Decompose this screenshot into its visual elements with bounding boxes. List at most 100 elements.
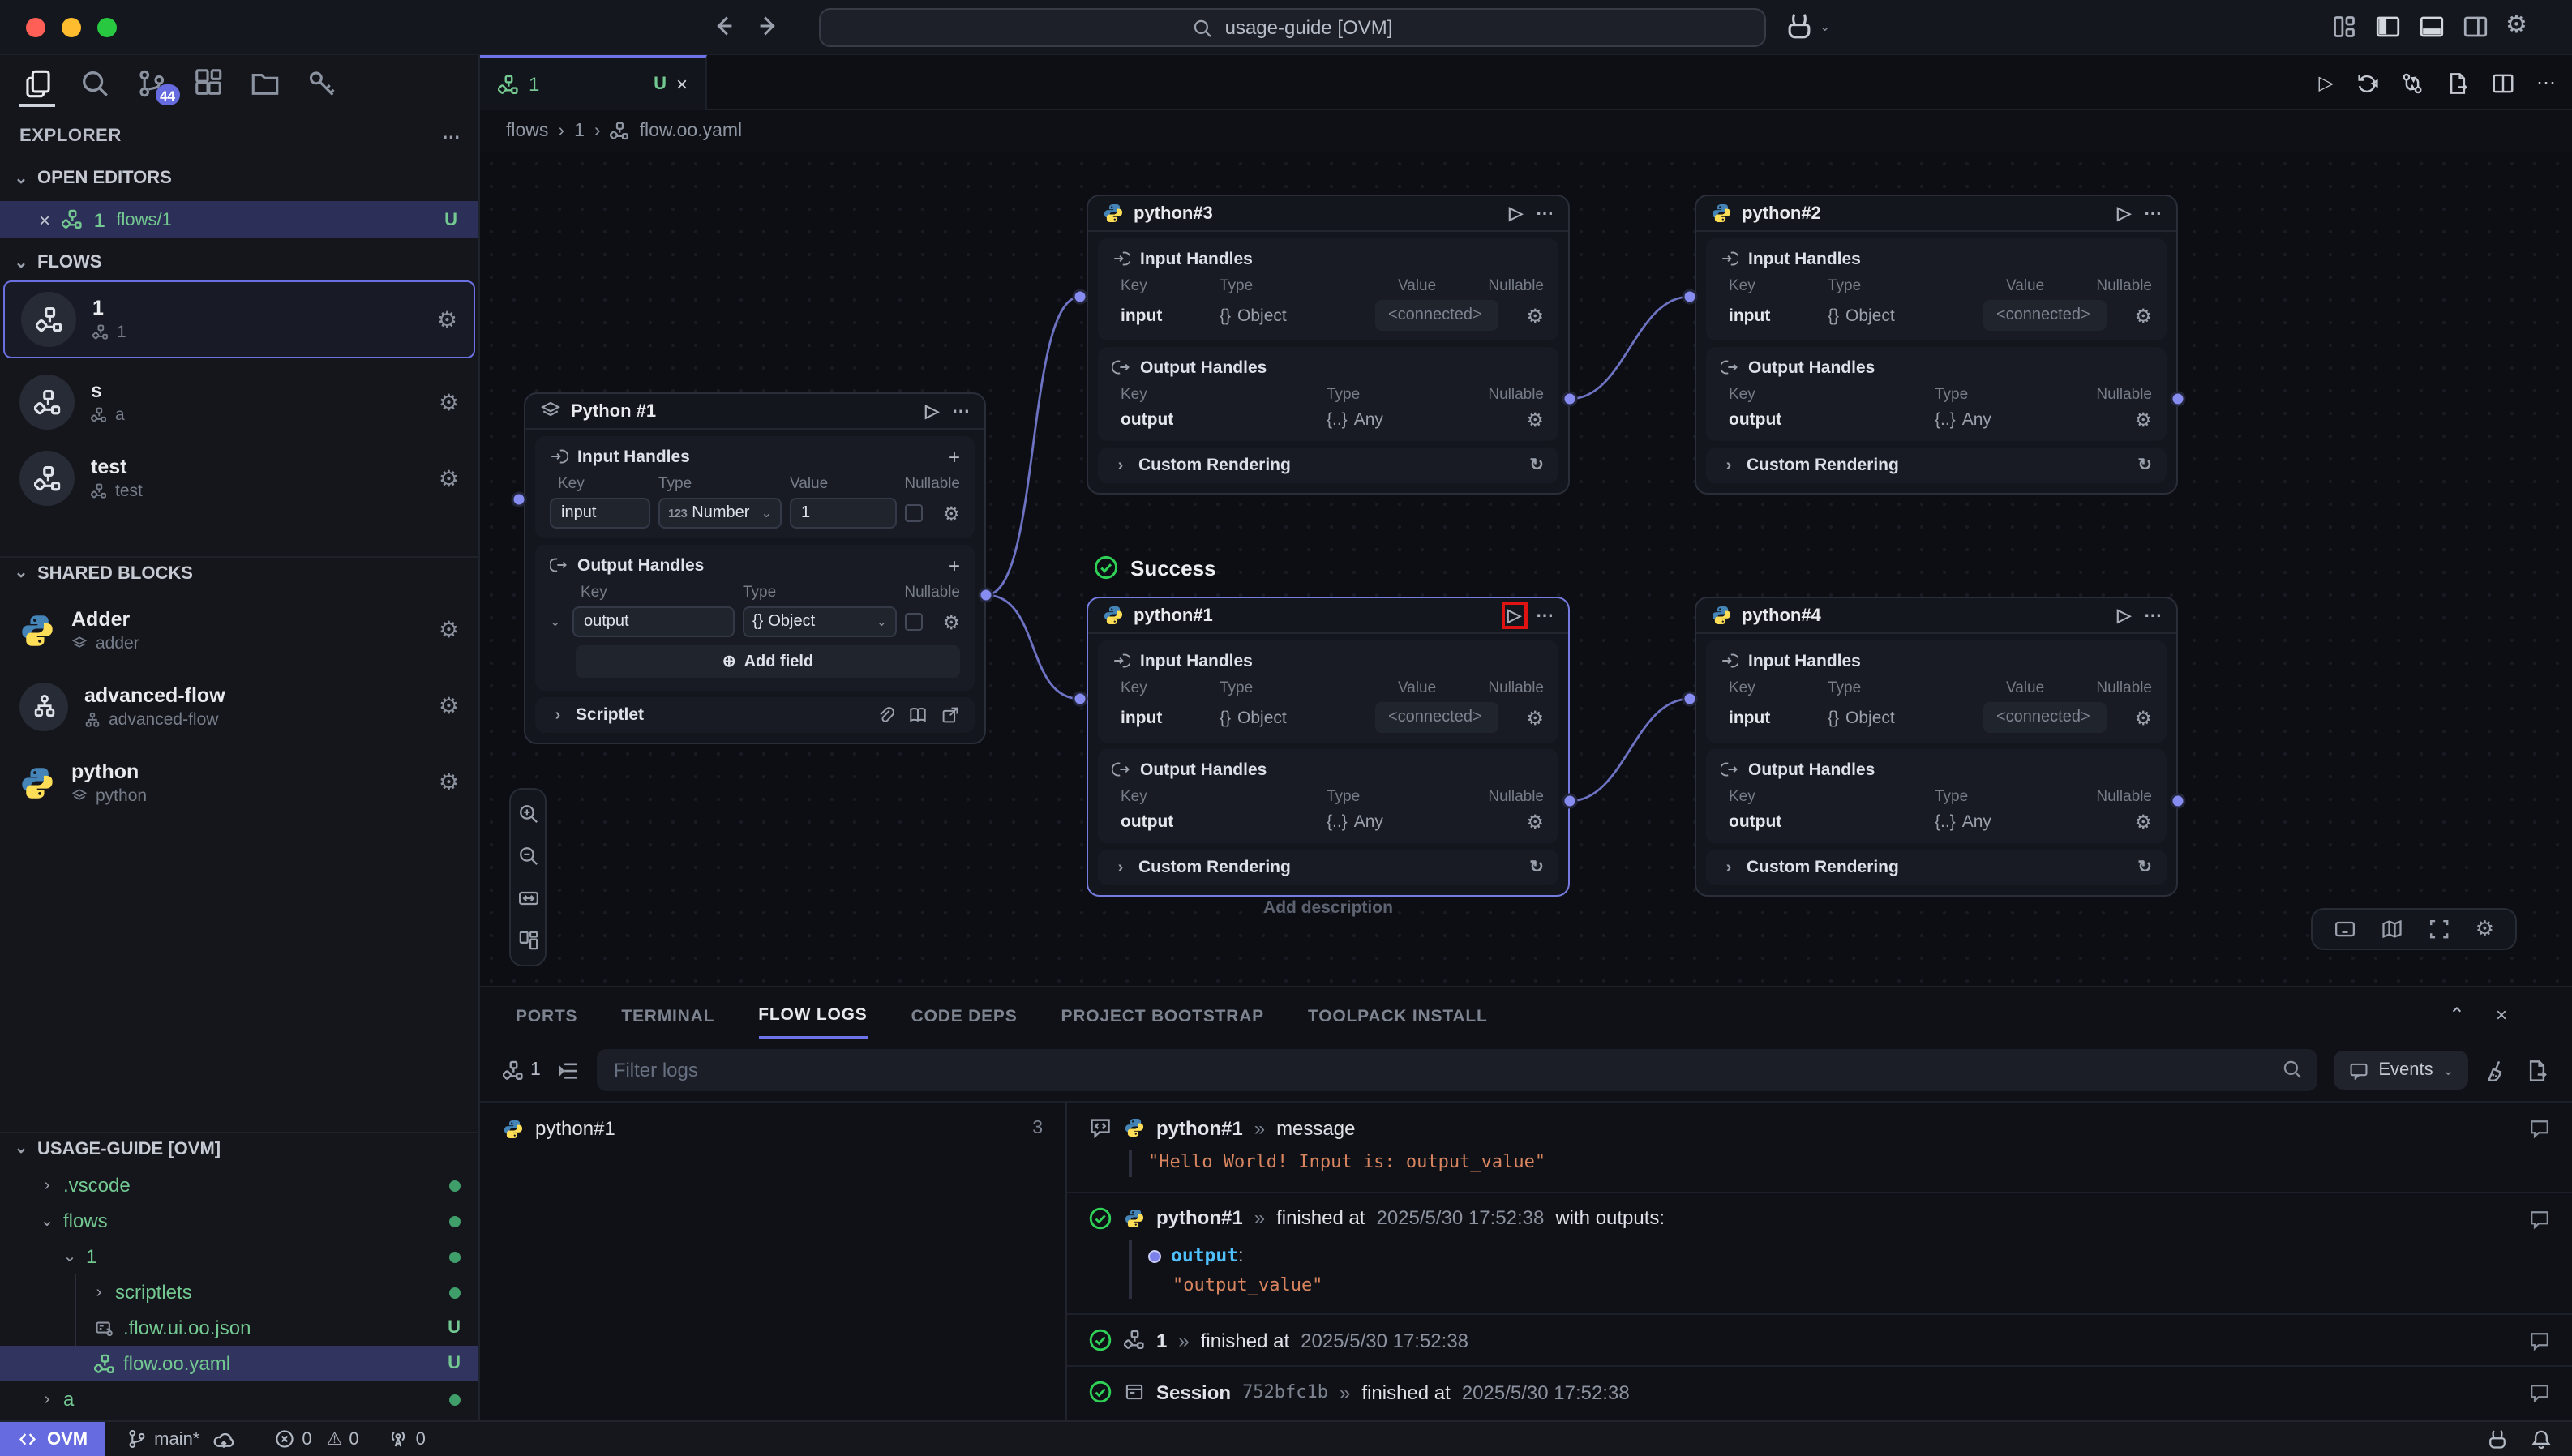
gear-icon[interactable]: ⚙ [2134,811,2152,833]
split-editor-icon[interactable] [2491,71,2515,95]
run-node-icon[interactable]: ▷ [925,400,939,422]
paperclip-icon[interactable] [876,705,895,725]
shared-blocks-header[interactable]: ⌄SHARED BLOCKS [0,556,480,589]
scriptlet-section[interactable]: ›Scriptlet [535,697,975,733]
auto-layout-icon[interactable] [517,929,539,952]
gear-icon[interactable]: ⚙ [439,388,459,416]
gear-icon[interactable]: ⚙ [942,502,960,525]
node-more-icon[interactable]: ⋯ [1536,605,1554,626]
close-panel-icon[interactable]: × [2496,1004,2507,1026]
fullscreen-icon[interactable] [2428,918,2451,940]
command-center[interactable]: usage-guide [OVM] [819,8,1766,47]
tree-item-1[interactable]: ⌄1 [0,1239,480,1274]
clear-logs-broom-icon[interactable] [2484,1058,2509,1082]
comment-icon[interactable] [2528,1330,2551,1353]
refresh-icon[interactable]: ↻ [2137,456,2152,475]
extensions-activity-icon[interactable] [190,58,225,107]
gear-icon[interactable]: ⚙ [439,465,459,492]
tree-item-a[interactable]: ›a [0,1381,480,1417]
close-tab-icon[interactable]: × [676,73,688,96]
run-node-highlighted[interactable]: ▷ [1501,602,1528,629]
add-description-button[interactable]: Add description [1087,898,1570,918]
remote-indicator[interactable]: OVM [0,1421,105,1456]
shared-block-item[interactable]: advanced-flowadvanced-flow ⚙ [3,670,475,743]
problems-status[interactable]: 0 ⚠ 0 [274,1428,358,1450]
open-editor-item[interactable]: × 1 flows/1 U [0,201,480,238]
output-type-select[interactable]: {}Object⌄ [743,606,897,637]
run-node-icon[interactable]: ▷ [2117,605,2131,626]
tab-toolpack-install[interactable]: TOOLPACK INSTALL [1308,992,1488,1038]
gear-icon[interactable]: ⚙ [2134,409,2152,431]
expand-row-icon[interactable]: ⌄ [550,615,564,629]
flow-list-item[interactable]: 11 ⚙ [3,280,475,358]
notifications-bell-icon[interactable] [2530,1428,2553,1450]
input-value-field[interactable] [790,498,897,529]
source-control-activity-icon[interactable]: 44 [133,58,169,107]
node-python4[interactable]: python#4 ▷⋯ Input Handles KeyTypeValueNu… [1695,597,2178,897]
gear-icon[interactable]: ⚙ [439,692,459,720]
tree-item-flows[interactable]: ⌄flows [0,1203,480,1239]
tree-item-vscode[interactable]: ›.vscode [0,1167,480,1203]
node-python3[interactable]: python#3 ▷⋯ Input Handles KeyTypeValueNu… [1087,195,1570,495]
add-output-icon[interactable]: + [949,554,960,576]
node-python1-selected[interactable]: python#1 ▷⋯ Input Handles KeyTypeValueNu… [1087,597,1570,897]
tree-item-scriptlets[interactable]: ›scriptlets [0,1274,480,1310]
toggle-sidebar-right-icon[interactable] [2462,13,2489,41]
run-node-icon[interactable]: ▷ [2117,203,2131,224]
more-actions-icon[interactable]: ⋯ [2536,71,2556,94]
gear-icon[interactable]: ⚙ [1526,706,1544,729]
tab-code-deps[interactable]: CODE DEPS [911,992,1018,1038]
gear-icon[interactable]: ⚙ [2134,706,2152,729]
gear-icon[interactable]: ⚙ [439,616,459,644]
open-external-icon[interactable] [941,705,960,725]
fit-view-icon[interactable] [517,887,539,910]
book-icon[interactable] [908,705,928,725]
flow-list-item[interactable]: testtest ⚙ [3,439,475,517]
maximize-window-button[interactable] [97,18,117,37]
flow-list-item[interactable]: sa ⚙ [3,363,475,441]
tree-item-flow-yaml-selected[interactable]: flow.oo.yamlU [0,1346,480,1381]
run-all-icon[interactable] [2355,71,2379,95]
events-dropdown[interactable]: Events ⌄ [2333,1051,2468,1090]
node-python-1-editable[interactable]: Python #1 ▷⋯ Input Handles+ KeyTypeValue… [524,392,986,744]
toggle-sidebar-left-icon[interactable] [2374,13,2402,41]
explorer-activity-icon[interactable] [19,58,55,107]
nullable-checkbox[interactable] [905,504,923,522]
toggle-panel-icon[interactable] [2418,13,2446,41]
breadcrumb[interactable]: flows› 1› flow.oo.yaml [480,110,2572,152]
gear-icon[interactable]: ⚙ [437,306,457,333]
run-flow-icon[interactable]: ▷ [2319,71,2334,94]
git-branch-status[interactable]: main* [126,1428,235,1450]
refresh-icon[interactable]: ↻ [2137,858,2152,877]
flows-section-header[interactable]: ⌄FLOWS [0,246,480,279]
node-more-icon[interactable]: ⋯ [1536,203,1554,224]
log-entry-flow-finished[interactable]: 1»finished at 2025/5/30 17:52:38 [1067,1316,2572,1368]
comment-icon[interactable] [2528,1117,2551,1140]
ports-status[interactable]: 0 [388,1428,426,1450]
custom-rendering-section[interactable]: ›Custom Rendering↻ [1098,850,1558,885]
app-logo-rabbit-icon[interactable] [1784,11,1815,42]
workspace-tree-header[interactable]: ⌄USAGE-GUIDE [OVM] [0,1132,480,1164]
console-icon[interactable] [2334,918,2357,940]
output-key-field[interactable] [572,606,735,637]
refresh-icon[interactable]: ↻ [1529,858,1544,877]
log-entry-node-finished[interactable]: python#1»finished at 2025/5/30 17:52:38w… [1067,1193,2572,1316]
tab-flow-logs[interactable]: FLOW LOGS [758,991,867,1039]
zoom-in-icon[interactable] [517,803,539,825]
export-file-icon[interactable] [2446,71,2470,95]
gear-icon[interactable]: ⚙ [1526,409,1544,431]
forward-icon[interactable] [756,13,782,39]
chevron-down-icon[interactable]: ⌄ [1820,19,1830,34]
compare-icon[interactable] [2400,71,2424,95]
maximize-panel-icon[interactable]: ⌃ [2449,1004,2465,1026]
flow-canvas[interactable]: Python #1 ▷⋯ Input Handles+ KeyTypeValue… [480,152,2572,986]
log-entry-message[interactable]: python#1»message "Hello World! Input is:… [1067,1103,2572,1193]
node-more-icon[interactable]: ⋯ [2144,203,2162,224]
log-list-icon[interactable] [557,1058,581,1082]
run-node-icon[interactable]: ▷ [1507,606,1521,626]
log-entry-session-finished[interactable]: Session 752bfc1b »finished at 2025/5/30 … [1067,1368,2572,1418]
custom-rendering-section[interactable]: ›Custom Rendering↻ [1098,448,1558,483]
input-type-select[interactable]: 123Number⌄ [658,498,782,529]
log-source-item[interactable]: python#1 3 [480,1103,1065,1154]
folder-activity-icon[interactable] [246,58,282,107]
